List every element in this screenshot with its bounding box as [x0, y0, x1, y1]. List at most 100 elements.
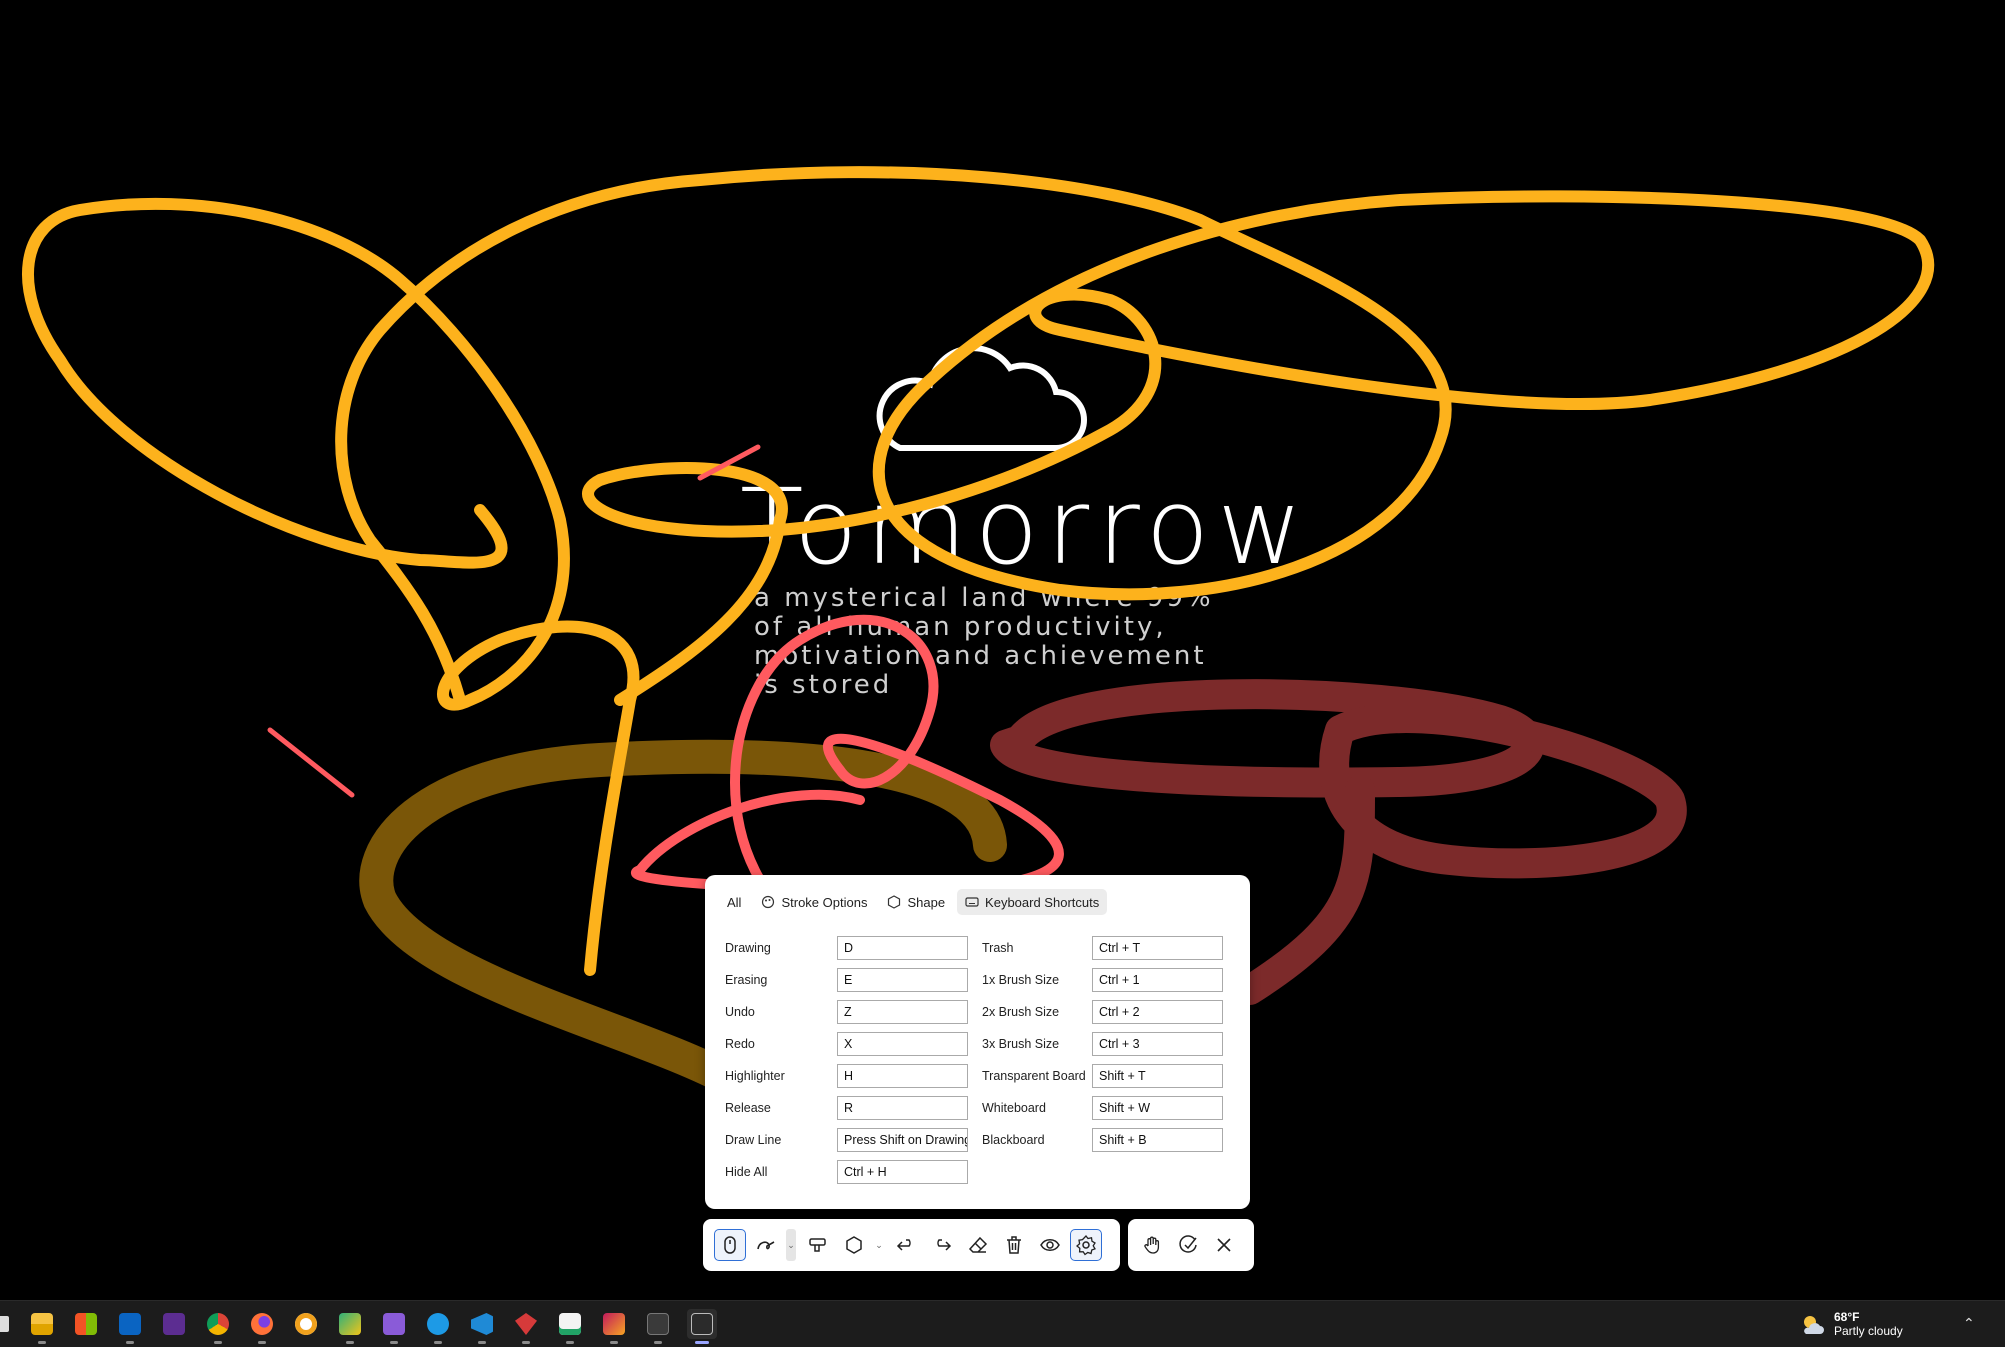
shortcut-row-whiteboard: Whiteboard Shift + W: [982, 1096, 1223, 1120]
redo-button[interactable]: [926, 1229, 958, 1261]
tab-keyboard-shortcuts[interactable]: Keyboard Shortcuts: [957, 889, 1108, 915]
hand-pan-icon: [1144, 1236, 1160, 1254]
highlighter-button[interactable]: [802, 1229, 834, 1261]
keyboard-icon: [965, 897, 979, 907]
taskbar-app-visual-studio[interactable]: [379, 1309, 409, 1344]
ink-toolbar-secondary: [1128, 1219, 1254, 1271]
ink-toolbar: ⌄ ⌄: [703, 1219, 1120, 1271]
pan-button[interactable]: [1136, 1229, 1168, 1261]
taskbar: 68°F Partly cloudy ⌃: [0, 1300, 2005, 1347]
taskbar-app-outlook[interactable]: [115, 1309, 145, 1344]
undo-icon: [896, 1239, 911, 1251]
shortcut-row-3x-brush: 3x Brush Size Ctrl + 3: [982, 1032, 1223, 1056]
taskbar-app-docker[interactable]: [423, 1309, 453, 1344]
shortcut-field-draw-line[interactable]: Press Shift on Drawing: [837, 1128, 968, 1152]
shortcut-row-transparent-board: Transparent Board Shift + T: [982, 1064, 1223, 1088]
shortcut-field-release[interactable]: R: [837, 1096, 968, 1120]
excel-like-icon: [559, 1313, 581, 1335]
partly-cloudy-icon: [1804, 1315, 1824, 1334]
weather-temperature: 68°F: [1834, 1310, 1860, 1324]
settings-tabs: All Stroke Options Shape Keyboard Shortc…: [719, 889, 1108, 915]
click-through-icon: [1179, 1235, 1197, 1253]
shortcut-field-transparent-board[interactable]: Shift + T: [1092, 1064, 1223, 1088]
ink-stroke-coral-line-1: [267, 727, 355, 798]
taskbar-app-file-explorer[interactable]: [27, 1309, 57, 1344]
firefox-icon: [251, 1313, 273, 1335]
settings-gear-icon: [1075, 1235, 1096, 1256]
taskbar-app-chrome[interactable]: [203, 1309, 233, 1344]
weather-widget[interactable]: 68°F Partly cloudy: [1800, 1310, 1903, 1339]
taskbar-app-excel[interactable]: [555, 1309, 585, 1344]
ink-stroke-orange-1: [22, 197, 640, 976]
release-mouse-button[interactable]: [714, 1229, 746, 1261]
eraser-button[interactable]: [962, 1229, 994, 1261]
tray-overflow-chevron-icon[interactable]: ⌃: [1963, 1315, 1975, 1332]
taskbar-app-ink[interactable]: [687, 1309, 717, 1344]
shortcut-row-redo: Redo X: [725, 1032, 968, 1056]
taskbar-app-rider[interactable]: [599, 1309, 629, 1344]
settings-panel: All Stroke Options Shape Keyboard Shortc…: [705, 875, 1250, 1209]
shortcut-row-1x-brush: 1x Brush Size Ctrl + 1: [982, 968, 1223, 992]
visual-studio-icon: [383, 1313, 405, 1335]
shortcut-field-undo[interactable]: Z: [837, 1000, 968, 1024]
taskbar-app-paint[interactable]: [335, 1309, 365, 1344]
shortcut-field-drawing[interactable]: D: [837, 936, 968, 960]
eye-icon: [1040, 1239, 1060, 1251]
close-button[interactable]: [1208, 1229, 1240, 1261]
hexagon-icon: [888, 895, 901, 909]
tab-all[interactable]: All: [719, 889, 749, 915]
taskbar-app-vscode[interactable]: [467, 1309, 497, 1344]
release-mouse-icon: [724, 1236, 736, 1254]
trash-button[interactable]: [998, 1229, 1030, 1261]
shortcut-field-highlighter[interactable]: H: [837, 1064, 968, 1088]
shortcut-row-draw-line: Draw Line Press Shift on Drawing: [725, 1128, 968, 1152]
shortcut-field-2x-brush[interactable]: Ctrl + 2: [1092, 1000, 1223, 1024]
paint-icon: [339, 1313, 361, 1335]
shortcut-row-2x-brush: 2x Brush Size Ctrl + 2: [982, 1000, 1223, 1024]
rider-icon: [603, 1313, 625, 1335]
taskbar-app-store[interactable]: [71, 1309, 101, 1339]
outlook-icon: [119, 1313, 141, 1335]
hide-all-button[interactable]: [1034, 1229, 1066, 1261]
shortcut-field-trash[interactable]: Ctrl + T: [1092, 936, 1223, 960]
shortcut-field-erasing[interactable]: E: [837, 968, 968, 992]
pen-button[interactable]: [750, 1229, 782, 1261]
microsoft-store-icon: [75, 1313, 97, 1335]
ink-app-icon: [691, 1313, 713, 1335]
terminal-icon: [647, 1313, 669, 1335]
shortcut-field-whiteboard[interactable]: Shift + W: [1092, 1096, 1223, 1120]
settings-button[interactable]: [1070, 1229, 1102, 1261]
taskbar-app-github[interactable]: [291, 1309, 321, 1339]
ruby-icon: [515, 1313, 537, 1335]
shortcut-row-highlighter: Highlighter H: [725, 1064, 968, 1088]
tab-shape[interactable]: Shape: [879, 889, 953, 915]
taskbar-app-terminal[interactable]: [643, 1309, 673, 1344]
taskbar-app-vs-preview[interactable]: [159, 1309, 189, 1339]
visual-studio-preview-icon: [163, 1313, 185, 1335]
shortcut-field-hide-all[interactable]: Ctrl + H: [837, 1160, 968, 1184]
undo-button[interactable]: [890, 1229, 922, 1261]
github-icon: [295, 1313, 317, 1335]
start-icon: [0, 1316, 9, 1332]
shortcut-row-hide-all: Hide All Ctrl + H: [725, 1160, 968, 1184]
palette-icon: [762, 895, 775, 909]
taskbar-app-ruby[interactable]: [511, 1309, 541, 1344]
taskbar-app-firefox[interactable]: [247, 1309, 277, 1344]
pen-options-chevron-icon[interactable]: ⌄: [786, 1229, 796, 1261]
vscode-icon: [471, 1313, 493, 1335]
eraser-icon: [968, 1236, 988, 1253]
tab-stroke-options[interactable]: Stroke Options: [753, 889, 875, 915]
docker-icon: [427, 1313, 449, 1335]
shortcut-field-3x-brush[interactable]: Ctrl + 3: [1092, 1032, 1223, 1056]
shape-options-chevron-icon[interactable]: ⌄: [874, 1229, 884, 1261]
shape-hexagon-icon: [846, 1236, 862, 1254]
shortcut-field-redo[interactable]: X: [837, 1032, 968, 1056]
start-button[interactable]: [0, 1309, 16, 1339]
shortcut-field-blackboard[interactable]: Shift + B: [1092, 1128, 1223, 1152]
shape-button[interactable]: [838, 1229, 870, 1261]
shortcut-row-release: Release R: [725, 1096, 968, 1120]
file-explorer-icon: [31, 1313, 53, 1335]
click-through-button[interactable]: [1172, 1229, 1204, 1261]
shortcut-row-drawing: Drawing D: [725, 936, 968, 960]
shortcut-field-1x-brush[interactable]: Ctrl + 1: [1092, 968, 1223, 992]
